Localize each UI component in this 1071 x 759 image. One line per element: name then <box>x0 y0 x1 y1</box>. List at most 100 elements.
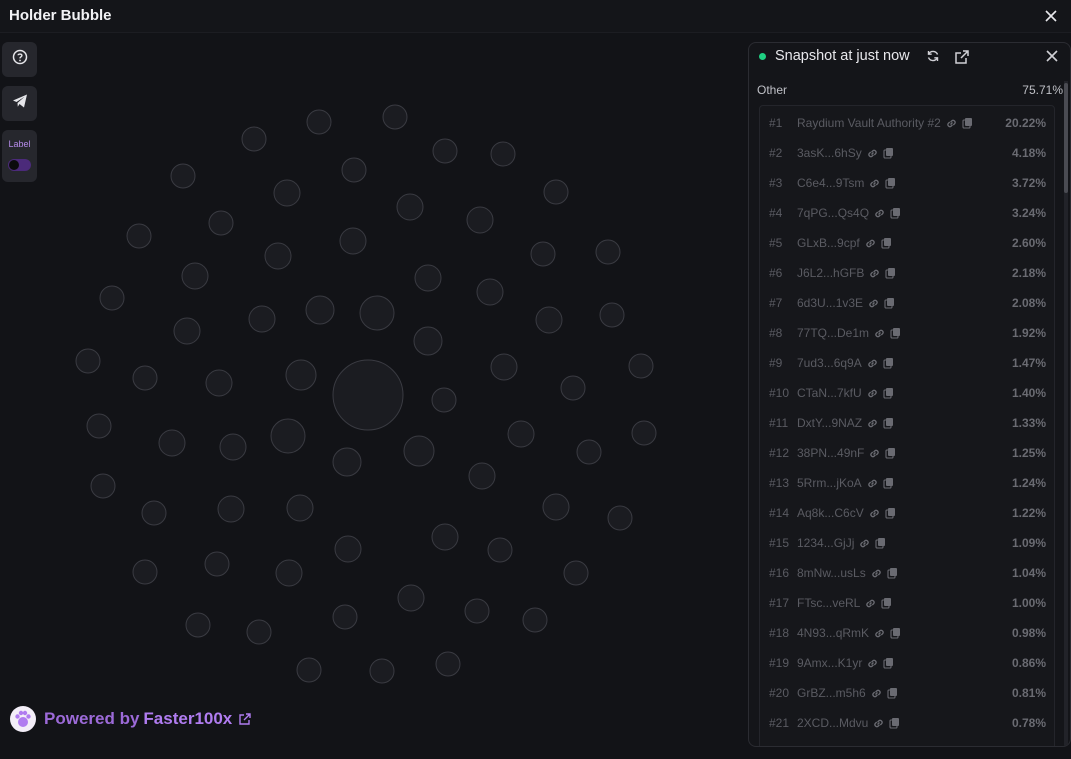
copy-icon[interactable] <box>885 177 896 189</box>
table-row[interactable]: #20 GrBZ...m5h6 0.81% <box>760 678 1054 708</box>
copy-icon[interactable] <box>884 297 895 309</box>
help-button[interactable] <box>2 42 37 77</box>
holder-bubble[interactable] <box>522 607 548 633</box>
holder-bubble[interactable] <box>535 306 563 334</box>
holder-bubble[interactable] <box>476 278 504 306</box>
table-row[interactable]: #15 1234...GjJj 1.09% <box>760 528 1054 558</box>
link-icon[interactable] <box>873 207 886 220</box>
holder-bubble[interactable] <box>208 210 234 236</box>
holder-bubble[interactable] <box>332 604 358 630</box>
holder-bubble[interactable] <box>631 420 657 446</box>
table-row[interactable]: #1 Raydium Vault Authority #2 20.22% <box>760 108 1054 138</box>
link-icon[interactable] <box>866 387 879 400</box>
link-icon[interactable] <box>866 147 879 160</box>
holder-bubble[interactable] <box>270 418 306 454</box>
holder-bubble[interactable] <box>305 295 335 325</box>
refresh-icon[interactable] <box>926 49 940 68</box>
copy-icon[interactable] <box>883 477 894 489</box>
holder-bubble[interactable] <box>466 206 494 234</box>
holder-bubble[interactable] <box>90 473 116 499</box>
holder-bubble[interactable] <box>543 179 569 205</box>
holder-bubble[interactable] <box>563 560 589 586</box>
holder-bubble[interactable] <box>490 353 518 381</box>
holder-bubble[interactable] <box>306 109 332 135</box>
table-row[interactable]: #11 DxtY...9NAZ 1.33% <box>760 408 1054 438</box>
table-row[interactable]: #3 C6e4...9Tsm 3.72% <box>760 168 1054 198</box>
link-icon[interactable] <box>873 327 886 340</box>
table-row[interactable]: #4 7qPG...Qs4Q 3.24% <box>760 198 1054 228</box>
holder-bubble[interactable] <box>607 505 633 531</box>
holder-bubble[interactable] <box>285 359 317 391</box>
holder-bubble[interactable] <box>414 264 442 292</box>
copy-icon[interactable] <box>883 387 894 399</box>
table-row[interactable]: #19 9Amx...K1yr 0.86% <box>760 648 1054 678</box>
holder-bubble[interactable] <box>241 126 267 152</box>
holder-bubble[interactable] <box>332 359 404 431</box>
copy-icon[interactable] <box>890 207 901 219</box>
table-row[interactable]: #6 J6L2...hGFB 2.18% <box>760 258 1054 288</box>
holder-bubble[interactable] <box>431 387 457 413</box>
table-row[interactable]: #10 CTaN...7kfU 1.40% <box>760 378 1054 408</box>
copy-icon[interactable] <box>881 237 892 249</box>
table-row[interactable]: #5 GLxB...9cpf 2.60% <box>760 228 1054 258</box>
link-icon[interactable] <box>868 507 881 520</box>
link-icon[interactable] <box>858 537 871 550</box>
link-icon[interactable] <box>870 567 883 580</box>
copy-icon[interactable] <box>883 357 894 369</box>
link-icon[interactable] <box>866 657 879 670</box>
link-icon[interactable] <box>866 357 879 370</box>
holder-bubble[interactable] <box>396 193 424 221</box>
link-icon[interactable] <box>870 687 883 700</box>
table-row[interactable]: #9 7ud3...6q9A 1.47% <box>760 348 1054 378</box>
holder-bubble[interactable] <box>403 435 435 467</box>
holder-bubble[interactable] <box>248 305 276 333</box>
link-icon[interactable] <box>864 237 877 250</box>
holder-bubble[interactable] <box>173 317 201 345</box>
holder-bubble[interactable] <box>126 223 152 249</box>
holder-bubble[interactable] <box>599 302 625 328</box>
holder-bubble[interactable] <box>530 241 556 267</box>
copy-icon[interactable] <box>885 507 896 519</box>
link-icon[interactable] <box>872 717 885 730</box>
external-link-icon[interactable] <box>954 49 970 70</box>
holder-bubble[interactable] <box>468 462 496 490</box>
close-icon[interactable] <box>1045 49 1059 68</box>
table-row[interactable]: #2 3asK...6hSy 4.18% <box>760 138 1054 168</box>
table-row[interactable]: #7 6d3U...1v3E 2.08% <box>760 288 1054 318</box>
holder-bubble[interactable] <box>576 439 602 465</box>
holder-bubble[interactable] <box>397 584 425 612</box>
copy-icon[interactable] <box>885 267 896 279</box>
holder-bubble[interactable] <box>359 295 395 331</box>
label-toggle[interactable] <box>8 159 31 171</box>
holder-bubble[interactable] <box>75 348 101 374</box>
holder-bubble[interactable] <box>275 559 303 587</box>
holder-bubble[interactable] <box>628 353 654 379</box>
holder-bubble[interactable] <box>369 658 395 684</box>
holder-bubble[interactable] <box>141 500 167 526</box>
copy-icon[interactable] <box>889 717 900 729</box>
holder-bubble[interactable] <box>413 326 443 356</box>
table-row[interactable]: #21 2XCD...Mdvu 0.78% <box>760 708 1054 738</box>
holder-bubble[interactable] <box>246 619 272 645</box>
holder-bubble[interactable] <box>507 420 535 448</box>
copy-icon[interactable] <box>890 627 901 639</box>
table-row[interactable]: #14 Aq8k...C6cV 1.22% <box>760 498 1054 528</box>
holder-bubble[interactable] <box>86 413 112 439</box>
copy-icon[interactable] <box>887 687 898 699</box>
holder-bubble[interactable] <box>339 227 367 255</box>
holder-bubble[interactable] <box>542 493 570 521</box>
table-row[interactable]: #16 8mNw...usLs 1.04% <box>760 558 1054 588</box>
holder-bubble[interactable] <box>158 429 186 457</box>
table-row[interactable]: #8 77TQ...De1m 1.92% <box>760 318 1054 348</box>
link-icon[interactable] <box>868 267 881 280</box>
table-row[interactable]: #12 38PN...49nF 1.25% <box>760 438 1054 468</box>
holder-bubble[interactable] <box>99 285 125 311</box>
holder-bubble[interactable] <box>132 559 158 585</box>
link-icon[interactable] <box>868 177 881 190</box>
copy-icon[interactable] <box>962 117 973 129</box>
copy-icon[interactable] <box>887 567 898 579</box>
link-icon[interactable] <box>868 447 881 460</box>
holder-bubble[interactable] <box>217 495 245 523</box>
holder-bubble[interactable] <box>132 365 158 391</box>
holder-bubble[interactable] <box>341 157 367 183</box>
